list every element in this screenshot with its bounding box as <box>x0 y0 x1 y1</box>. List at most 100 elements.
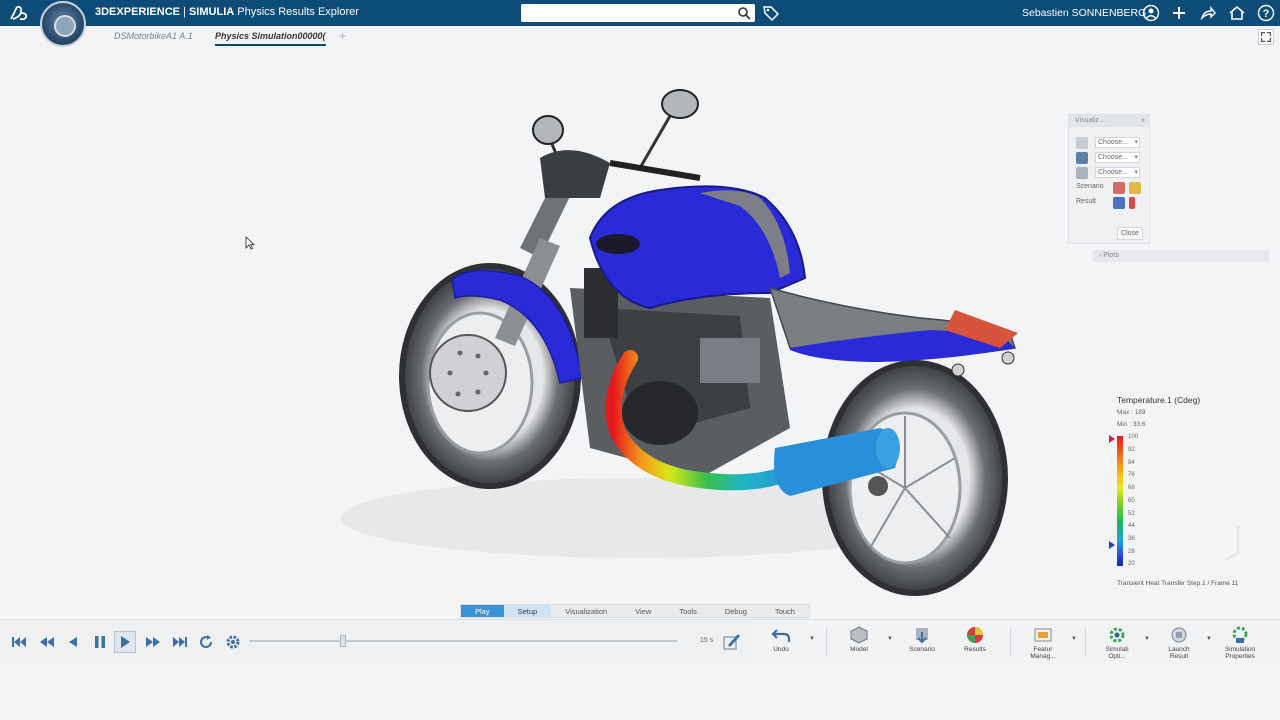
model-icon <box>850 626 868 644</box>
tab-setup[interactable]: Setup <box>503 605 552 617</box>
settings-button[interactable] <box>222 631 244 653</box>
home-icon[interactable] <box>1228 4 1246 22</box>
viz-select-3[interactable]: Choose... <box>1095 167 1140 178</box>
launch-result-icon <box>1171 627 1187 643</box>
launch-dropdown-icon[interactable]: ▼ <box>1206 636 1212 642</box>
step-back-button[interactable] <box>62 631 84 653</box>
toolbar-divider <box>1010 626 1011 656</box>
feature-dropdown-icon[interactable]: ▼ <box>1071 636 1077 642</box>
results-label: Results <box>964 646 986 653</box>
scenario-button[interactable]: Scenario <box>895 622 949 662</box>
fast-forward-icon <box>146 637 160 647</box>
simulation-options-button[interactable]: Simulati Opti... <box>1090 622 1144 662</box>
tab-touch[interactable]: Touch <box>761 605 809 617</box>
search-input[interactable] <box>521 4 755 22</box>
undo-icon <box>771 629 791 642</box>
simulation-properties-button[interactable]: Simulation Properties <box>1213 622 1267 662</box>
tab-dsmotorbike[interactable]: DSMotorbikeA1 A.1 <box>114 31 193 41</box>
model-dropdown-icon[interactable]: ▼ <box>887 636 893 642</box>
results-button[interactable]: Results <box>948 622 1002 662</box>
skip-to-start-icon <box>12 637 26 647</box>
step-back-icon <box>69 637 77 647</box>
legend-tick: 68 <box>1128 485 1135 491</box>
last-frame-button[interactable] <box>169 631 191 653</box>
player-controls: 15 s <box>0 619 750 663</box>
pause-icon <box>95 636 105 648</box>
visualization-panel: Visualiz... × Choose... Choose... Choose… <box>1068 114 1150 244</box>
undo-dropdown-icon[interactable]: ▼ <box>809 636 815 642</box>
tab-visualization[interactable]: Visualization <box>551 605 621 617</box>
scenario-icon[interactable] <box>1113 182 1125 194</box>
legend-title: Temperature.1 (Cdeg) <box>1117 395 1201 405</box>
fullscreen-icon[interactable] <box>1258 29 1274 45</box>
toolbar-divider <box>826 626 827 656</box>
timeline-track[interactable] <box>249 640 677 642</box>
visualization-panel-title: Visualiz... <box>1075 117 1105 124</box>
user-name[interactable]: Sebastien SONNENBERG <box>1022 7 1146 19</box>
simulation-properties-label: Simulation Properties <box>1224 646 1256 660</box>
legend-tick: 36 <box>1128 536 1135 542</box>
mouse-cursor-icon <box>245 236 255 250</box>
edit-timeline-icon[interactable] <box>722 631 742 651</box>
legend-tick: 92 <box>1128 447 1135 453</box>
pause-button[interactable] <box>89 631 111 653</box>
search-icon[interactable] <box>737 6 751 20</box>
tab-play[interactable]: Play <box>461 605 504 617</box>
play-icon <box>121 636 130 648</box>
compass-icon[interactable] <box>40 1 86 47</box>
user-avatar-icon[interactable] <box>1142 4 1160 22</box>
legend-min-marker <box>1109 541 1115 549</box>
mode-tabs: Play Setup Visualization View Tools Debu… <box>460 604 810 618</box>
visualization-panel-header[interactable]: Visualiz... × <box>1069 115 1149 127</box>
options-dropdown-icon[interactable]: ▼ <box>1144 636 1150 642</box>
result-icon-2[interactable] <box>1129 197 1135 209</box>
share-icon[interactable] <box>1199 4 1217 22</box>
result-icon[interactable] <box>1113 197 1125 209</box>
scenario-icon <box>916 628 928 644</box>
app-title: 3DEXPERIENCE | SIMULIA Physics Results E… <box>95 6 359 18</box>
fast-forward-button[interactable] <box>142 631 164 653</box>
legend-tick: 60 <box>1128 498 1135 504</box>
tab-physics-simulation[interactable]: Physics Simulation00000( <box>215 31 326 46</box>
feature-manager-button[interactable]: Featur Manag... <box>1016 622 1070 662</box>
model-button[interactable]: Model <box>832 622 886 662</box>
legend-tick: 52 <box>1128 511 1135 517</box>
legend-tick: 28 <box>1128 549 1135 555</box>
undo-label: Undo <box>773 646 789 653</box>
feature-manager-label: Featur Manag... <box>1030 646 1056 660</box>
legend-tick: 100 <box>1128 434 1139 440</box>
svg-text:?: ? <box>1263 8 1270 20</box>
rewind-button[interactable] <box>36 631 58 653</box>
plots-section[interactable]: › Plots <box>1093 250 1269 262</box>
rewind-icon <box>40 637 54 647</box>
legend-tick: 76 <box>1128 472 1135 478</box>
add-tab-icon[interactable]: + <box>339 29 346 43</box>
timeline-handle[interactable] <box>340 635 347 647</box>
legend-footer: Transient Heat Transfer Step.1 / Frame 1… <box>1117 580 1239 587</box>
tag-icon[interactable] <box>762 4 780 22</box>
panel-close-icon[interactable]: × <box>1140 116 1145 125</box>
legend-min: Min : 33.6 <box>1117 421 1146 428</box>
feature-manager-icon <box>1034 628 1052 642</box>
scenario-icon-2[interactable] <box>1129 182 1141 194</box>
viz-select-1[interactable]: Choose... <box>1095 137 1140 148</box>
tab-view[interactable]: View <box>621 605 665 617</box>
launch-result-button[interactable]: Launch Result <box>1152 622 1206 662</box>
play-button[interactable] <box>114 631 136 653</box>
first-frame-button[interactable] <box>8 631 30 653</box>
loop-button[interactable] <box>195 631 217 653</box>
help-icon[interactable]: ? <box>1257 4 1275 22</box>
loop-icon <box>200 635 213 649</box>
viz-select-2[interactable]: Choose... <box>1095 152 1140 163</box>
dassault-logo <box>8 3 32 23</box>
add-icon[interactable] <box>1170 4 1188 22</box>
tab-debug[interactable]: Debug <box>711 605 761 617</box>
tab-tools[interactable]: Tools <box>665 605 711 617</box>
legend-tick: 20 <box>1128 561 1135 567</box>
close-button[interactable]: Close <box>1117 227 1143 240</box>
top-bar: 3DEXPERIENCE | SIMULIA Physics Results E… <box>0 0 1280 26</box>
undo-button[interactable]: Undo <box>754 622 808 662</box>
legend-color-bar <box>1117 436 1123 566</box>
display-icon <box>1076 167 1088 179</box>
speed-label[interactable]: 15 s <box>700 637 713 644</box>
